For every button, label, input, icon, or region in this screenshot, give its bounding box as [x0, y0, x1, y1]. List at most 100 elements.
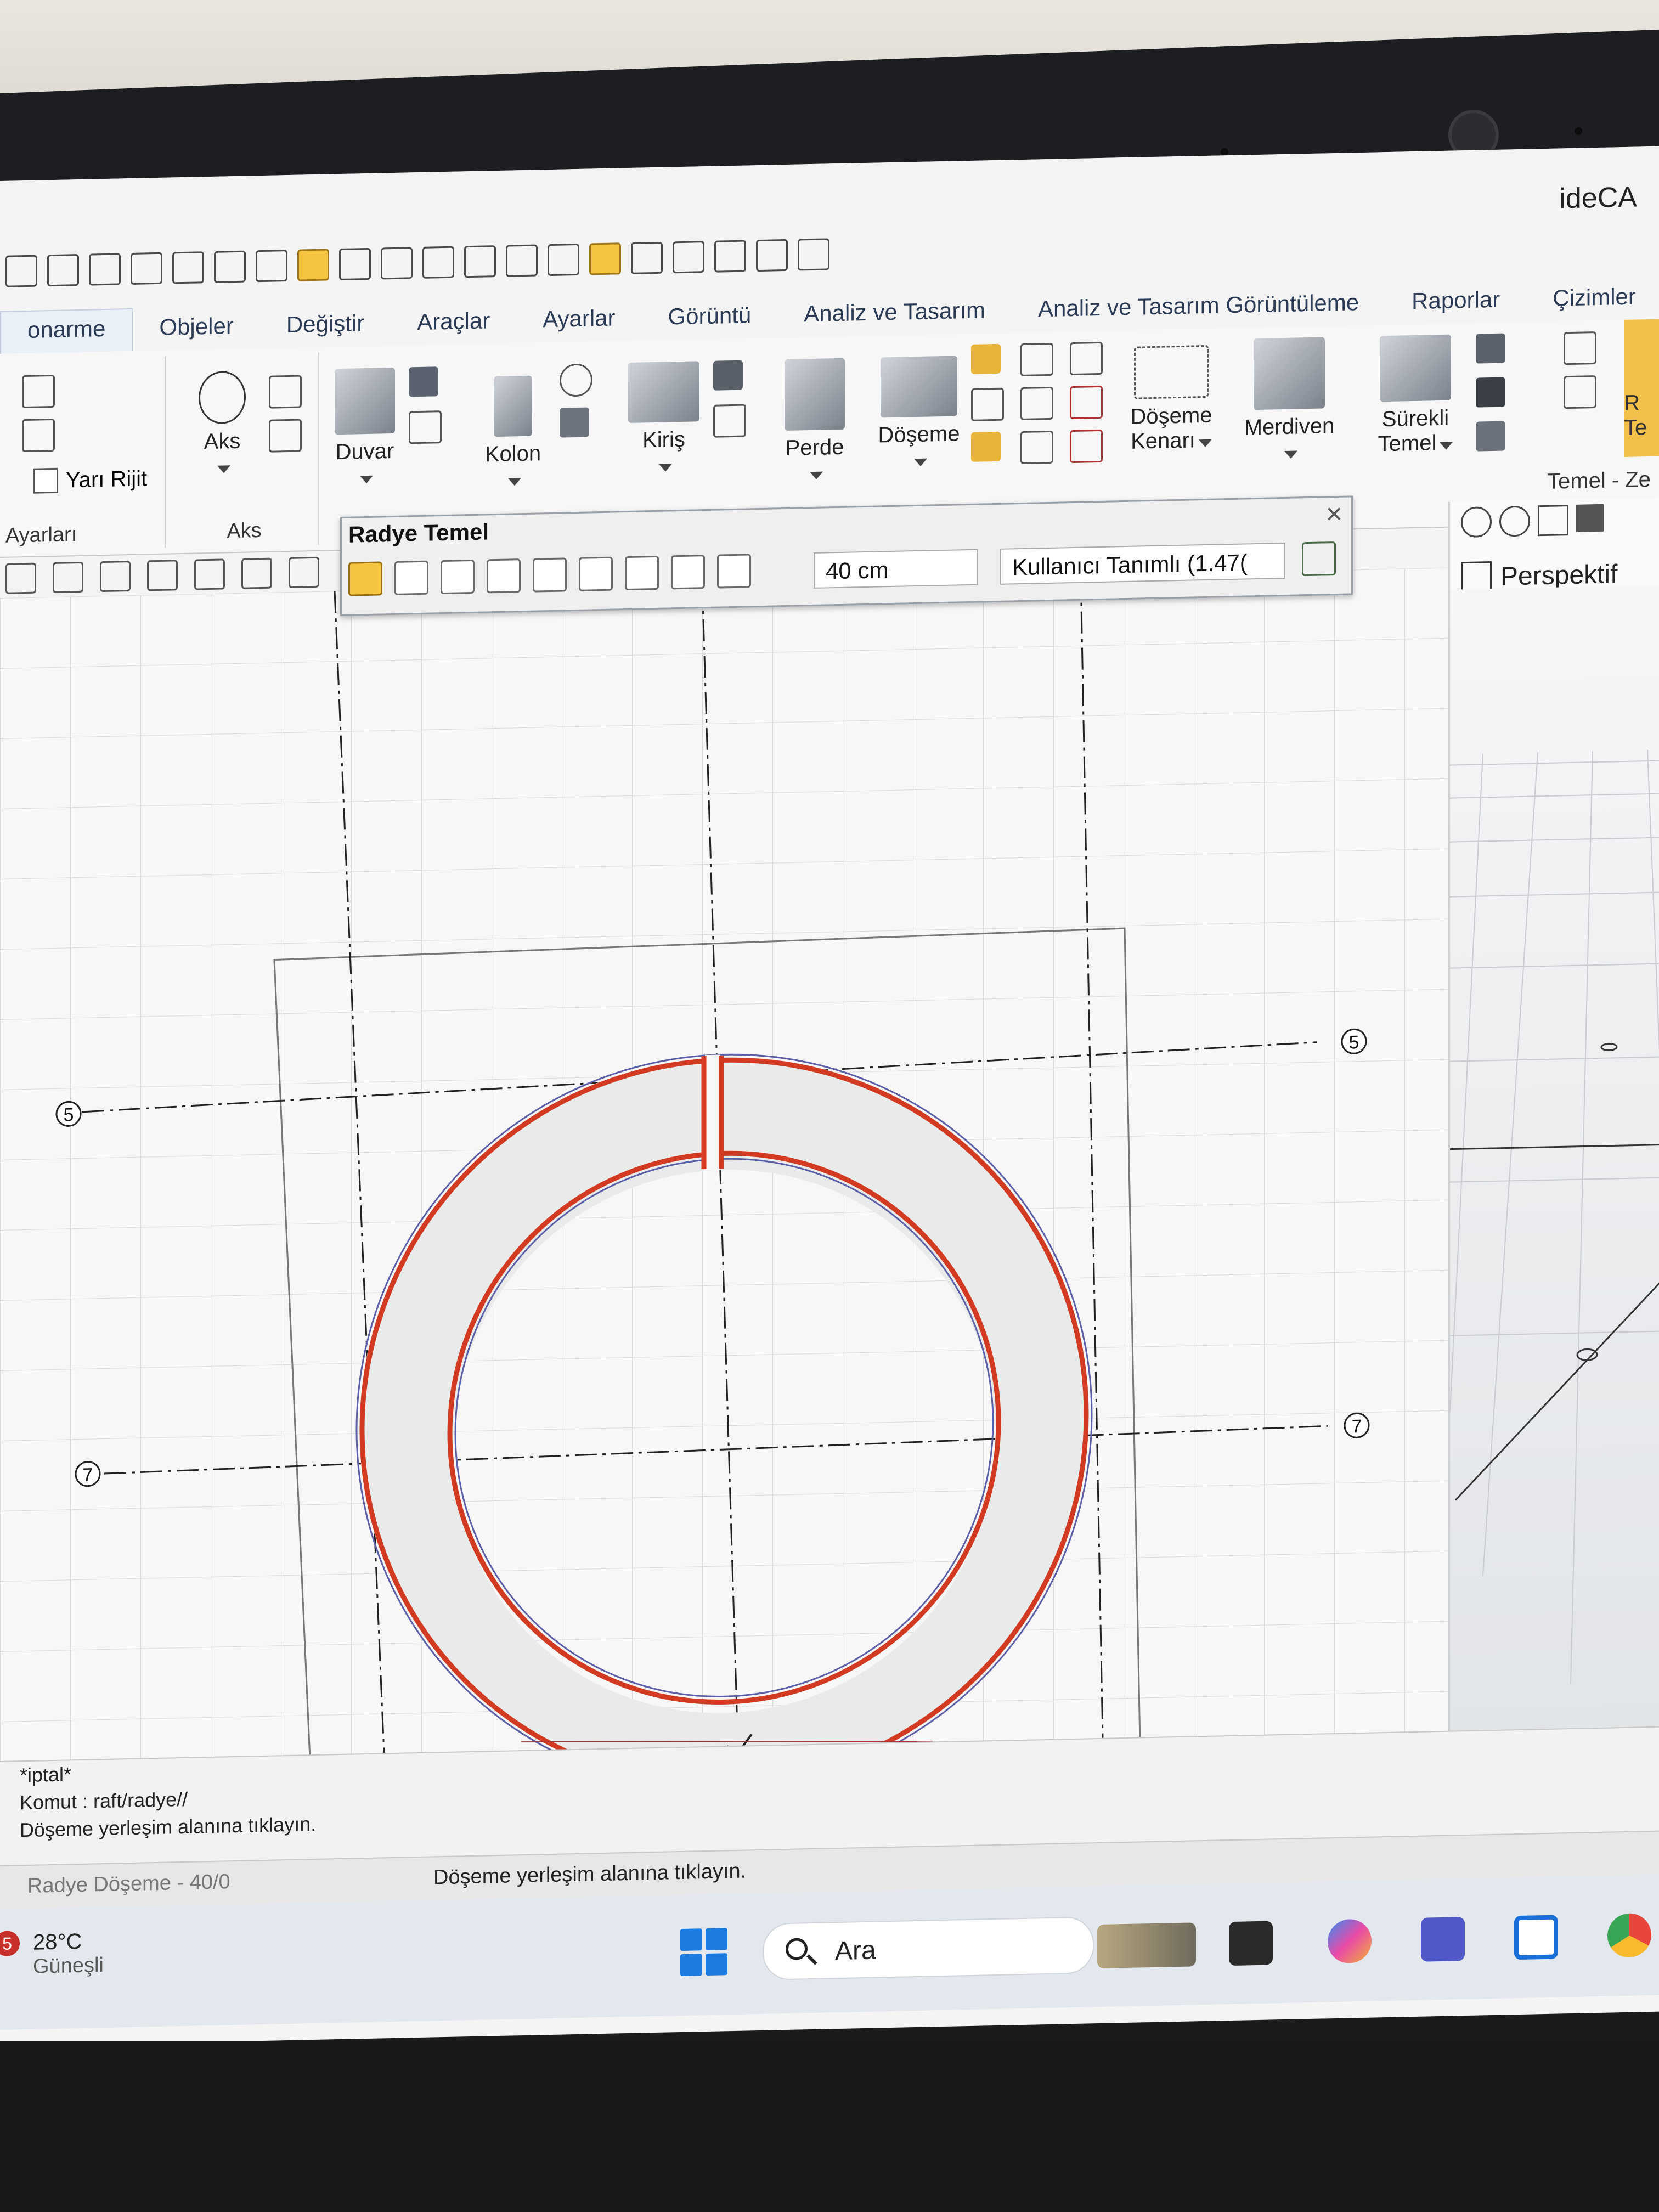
undo-icon[interactable] — [172, 251, 204, 284]
beam-corner-icon[interactable] — [713, 360, 743, 391]
weather-widget[interactable]: 28°C Güneşli — [11, 1929, 104, 1979]
slab-tool-6-icon[interactable] — [1070, 429, 1103, 464]
slab-tool-1-icon[interactable] — [971, 343, 1001, 374]
wall-corner-icon[interactable] — [409, 366, 438, 397]
merdiven-button[interactable]: Merdiven — [1234, 337, 1344, 465]
menu-tab-goruntu[interactable]: Görüntü — [642, 301, 778, 340]
perspective-view[interactable] — [1450, 585, 1659, 1731]
doseme-kenari-button[interactable]: Döşeme Kenarı — [1119, 345, 1223, 454]
arrow-icon[interactable] — [631, 241, 663, 274]
radye-temel-button[interactable]: R Te — [1624, 319, 1659, 457]
foundation-step-icon[interactable] — [1564, 331, 1596, 365]
slab-tool-2-icon[interactable] — [1020, 342, 1053, 377]
sort-icon[interactable] — [714, 240, 746, 273]
yari-rijit-checkbox[interactable] — [33, 467, 58, 494]
teams-icon[interactable] — [1421, 1917, 1465, 1962]
grid-icon[interactable] — [506, 244, 538, 277]
menu-tab-objeler[interactable]: Objeler — [133, 312, 259, 351]
task-view-icon[interactable] — [1229, 1921, 1273, 1966]
aks-button[interactable]: Aks — [181, 370, 263, 479]
preset-select[interactable]: Kullanıcı Tanımlı (1.47( — [1000, 542, 1285, 585]
tie-beam-icon[interactable] — [1476, 421, 1505, 452]
doseme-button[interactable]: Döşeme — [867, 356, 971, 473]
close-icon[interactable]: × — [1326, 498, 1342, 531]
menu-tab-raporlar[interactable]: Raporlar — [1385, 286, 1526, 325]
raft-rectangle-icon[interactable] — [487, 558, 521, 594]
align-icon[interactable] — [422, 246, 454, 279]
circle-icon[interactable] — [1499, 505, 1530, 537]
redo-icon[interactable] — [214, 250, 246, 283]
kiris-button[interactable]: Kiriş — [614, 361, 713, 478]
slab-tool-5-icon[interactable] — [1020, 430, 1053, 465]
lightning-icon[interactable] — [798, 238, 830, 271]
raft-polygon-icon[interactable] — [394, 560, 428, 595]
perde-button[interactable]: Perde — [768, 358, 861, 486]
beam-curve-icon[interactable] — [713, 404, 746, 438]
plan-view[interactable]: 5 5 7 7 1 1 — [0, 567, 1448, 1762]
slab-tool-3-icon[interactable] — [1070, 341, 1103, 376]
new-icon[interactable] — [5, 255, 37, 287]
eraser-icon[interactable] — [100, 561, 131, 592]
slab-red-icon[interactable] — [1070, 385, 1103, 420]
pin-icon[interactable] — [673, 241, 704, 274]
hatch-icon[interactable] — [1576, 504, 1604, 532]
text-size-icon[interactable] — [756, 239, 788, 272]
chrome-icon[interactable] — [1607, 1912, 1651, 1958]
menu-tab-ayarlar[interactable]: Ayarlar — [516, 304, 641, 343]
menu-tab-araclar[interactable]: Araçlar — [391, 307, 516, 346]
layers-icon[interactable] — [297, 249, 329, 281]
menu-tab-onarme[interactable]: onarme — [0, 308, 133, 354]
polygon-icon[interactable] — [194, 558, 225, 590]
pencil-icon[interactable] — [5, 562, 36, 594]
windows-start-icon[interactable] — [680, 1928, 729, 1977]
wall-curve-icon[interactable] — [409, 410, 442, 444]
footing-icon[interactable] — [1476, 333, 1505, 364]
move-icon[interactable] — [241, 557, 272, 589]
slab-grid-icon[interactable] — [971, 387, 1004, 421]
copy-move-icon[interactable] — [289, 556, 319, 588]
kolon-button[interactable]: Kolon — [472, 375, 554, 492]
app-window-icon[interactable] — [1514, 1915, 1558, 1960]
menu-tab-analiz[interactable]: Analiz ve Tasarım — [777, 296, 1012, 337]
save-all-icon[interactable] — [131, 252, 162, 285]
slab-tool-4-icon[interactable] — [971, 431, 1001, 462]
save-icon[interactable] — [89, 253, 121, 286]
snap-icon[interactable] — [464, 245, 496, 278]
stack-icon[interactable] — [22, 374, 55, 409]
surekli-temel-button[interactable]: Sürekli Temel — [1361, 334, 1470, 457]
thickness-input[interactable]: 40 cm — [814, 549, 978, 589]
snap-point-icon[interactable] — [589, 242, 621, 275]
raft-settings-icon[interactable] — [441, 559, 475, 595]
dimension-icon[interactable] — [381, 247, 413, 280]
raft-red-icon[interactable] — [717, 554, 751, 589]
brush-icon[interactable] — [53, 561, 83, 593]
raft-edit-icon[interactable] — [625, 555, 659, 591]
menu-tab-degistir[interactable]: Değiştir — [260, 309, 391, 348]
material-icon[interactable] — [1302, 541, 1336, 577]
raft-place-icon[interactable] — [348, 561, 382, 596]
circular-column-icon[interactable] — [560, 363, 592, 397]
select-icon[interactable] — [339, 247, 371, 281]
menu-tab-cizimler[interactable]: Çizimler — [1526, 283, 1659, 322]
stack-alt-icon[interactable] — [22, 418, 55, 453]
open-icon[interactable] — [47, 253, 79, 287]
widgets-icon[interactable] — [1097, 1922, 1196, 1969]
arc-icon[interactable] — [1461, 506, 1492, 538]
raft-step-icon[interactable] — [671, 555, 705, 590]
foundation-tool-icon[interactable] — [1564, 375, 1596, 409]
drawing-canvas[interactable]: 5 5 7 7 1 1 — [0, 567, 1448, 1762]
taskbar-search[interactable]: Ara — [763, 1916, 1094, 1980]
window-icon[interactable] — [256, 250, 287, 283]
raft-grid-icon[interactable] — [579, 556, 613, 591]
text-icon[interactable] — [147, 560, 178, 591]
measure-icon[interactable] — [548, 243, 579, 276]
cloud-icon[interactable] — [1538, 505, 1568, 537]
pile-icon[interactable] — [1476, 377, 1505, 408]
axis-arc-icon[interactable] — [269, 419, 302, 453]
copilot-icon[interactable] — [1328, 1918, 1372, 1964]
triangle-icon[interactable] — [1461, 561, 1492, 593]
duvar-button[interactable]: Duvar — [324, 367, 406, 489]
raft-corner-icon[interactable] — [533, 557, 567, 592]
axis-rotate-icon[interactable] — [269, 375, 302, 409]
slab-hash-icon[interactable] — [1020, 386, 1053, 421]
